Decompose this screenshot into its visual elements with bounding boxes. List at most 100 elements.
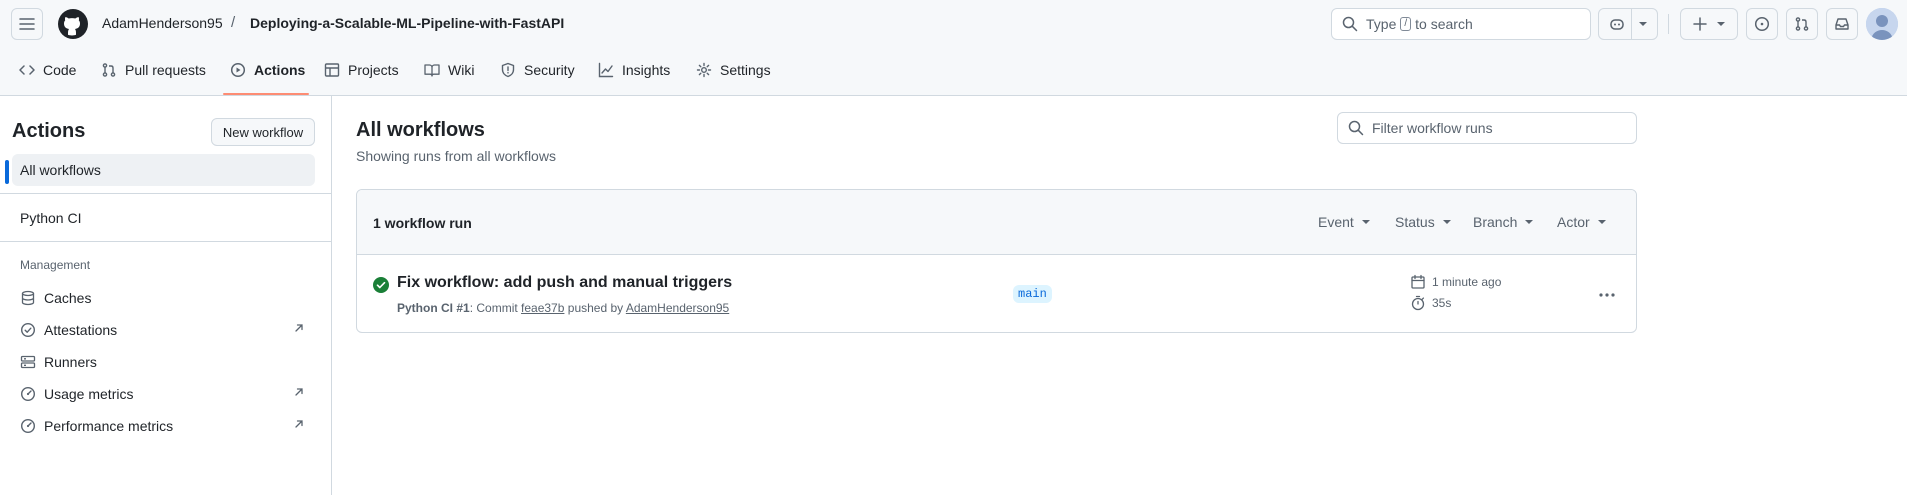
- meter-icon: [20, 386, 36, 402]
- github-logo-icon[interactable]: [57, 8, 89, 40]
- global-header: AdamHenderson95 / Deploying-a-Scalable-M…: [0, 0, 1907, 96]
- database-icon: [21, 290, 35, 306]
- branch-label[interactable]: main: [1013, 285, 1052, 303]
- link-external-icon: [295, 388, 303, 396]
- workflow-run-title[interactable]: Fix workflow: add push and manual trigge…: [397, 274, 732, 292]
- book-icon: [424, 64, 440, 77]
- verified-icon: [20, 322, 36, 338]
- status-filter-button[interactable]: Status: [1395, 214, 1451, 230]
- workflow-run-row[interactable]: Fix workflow: add push and manual trigge…: [357, 255, 1636, 332]
- run-duration-text: 35s: [1432, 296, 1452, 310]
- workflow-runs-header: 1 workflow run Event Status Branch Actor: [357, 190, 1636, 255]
- inbox-icon: [1835, 18, 1849, 30]
- sidebar-active-indicator: [5, 160, 9, 184]
- your-issues-button[interactable]: [1746, 8, 1778, 40]
- plus-icon: [1693, 17, 1707, 31]
- sidebar-item-usage-metrics[interactable]: Usage metrics: [20, 380, 315, 408]
- sidebar-item-attestations[interactable]: Attestations: [20, 316, 315, 344]
- triangle-down-icon: [1525, 220, 1534, 224]
- sidebar-item-label: Usage metrics: [44, 386, 134, 402]
- search-icon: [1348, 120, 1364, 136]
- actor-link[interactable]: AdamHenderson95: [626, 301, 729, 315]
- link-external-icon: [295, 324, 303, 332]
- branch-filter-button[interactable]: Branch: [1473, 214, 1534, 230]
- sidebar-item-label: All workflows: [20, 162, 101, 178]
- new-workflow-button[interactable]: New workflow: [211, 118, 315, 146]
- your-pull-requests-button[interactable]: [1786, 8, 1818, 40]
- workflow-run-count: 1 workflow run: [373, 215, 472, 231]
- tab-label: Projects: [348, 62, 399, 78]
- filter-label: Event: [1318, 214, 1354, 230]
- tab-actions[interactable]: Actions: [224, 56, 311, 84]
- filter-label: Branch: [1473, 214, 1518, 230]
- filter-label: Status: [1395, 214, 1435, 230]
- kebab-horizontal-icon: [1599, 293, 1615, 297]
- filter-label: Actor: [1557, 214, 1590, 230]
- user-avatar[interactable]: [1866, 8, 1898, 40]
- triangle-down-icon: [1361, 220, 1370, 224]
- actor-filter-button[interactable]: Actor: [1557, 214, 1606, 230]
- sidebar-item-label: Caches: [44, 290, 92, 306]
- run-duration: 35s: [1410, 295, 1451, 311]
- page-subtitle: Showing runs from all workflows: [356, 148, 556, 164]
- search-suffix: to search: [1415, 16, 1473, 32]
- notifications-button[interactable]: [1826, 8, 1858, 40]
- commit-link[interactable]: feae37b: [521, 301, 564, 315]
- tab-projects[interactable]: Projects: [318, 56, 405, 84]
- commit-prefix: : Commit: [469, 301, 518, 315]
- run-timestamp: 1 minute ago: [1410, 274, 1501, 290]
- sidebar-item-all-workflows[interactable]: All workflows: [12, 154, 315, 186]
- sidebar-item-label: Runners: [44, 354, 97, 370]
- filter-workflow-runs-input[interactable]: Filter workflow runs: [1337, 112, 1637, 144]
- event-filter-button[interactable]: Event: [1318, 214, 1370, 230]
- server-icon: [20, 355, 36, 369]
- hamburger-icon: [19, 18, 35, 30]
- tab-pull-requests[interactable]: Pull requests: [95, 56, 212, 84]
- workflow-run-meta: Python CI #1: Commit feae37b pushed by A…: [397, 301, 729, 315]
- tab-security[interactable]: Security: [494, 56, 581, 84]
- copilot-button[interactable]: [1598, 8, 1658, 40]
- sidebar-item-label: Performance metrics: [44, 418, 174, 434]
- graph-icon: [598, 62, 614, 78]
- breadcrumb-owner[interactable]: AdamHenderson95: [102, 15, 223, 31]
- gear-icon: [696, 62, 712, 78]
- tab-label: Security: [524, 62, 575, 78]
- issue-opened-icon: [1754, 16, 1770, 32]
- sidebar-item-runners[interactable]: Runners: [20, 348, 315, 376]
- tab-label: Settings: [720, 62, 771, 78]
- play-icon: [230, 62, 246, 78]
- tab-code[interactable]: Code: [13, 56, 82, 84]
- sidebar-item-performance-metrics[interactable]: Performance metrics: [20, 412, 315, 440]
- tab-label: Actions: [254, 62, 306, 78]
- tab-insights[interactable]: Insights: [592, 56, 676, 84]
- tab-settings[interactable]: Settings: [690, 56, 777, 84]
- sidebar-divider: [0, 241, 331, 242]
- sidebar-item-python-ci[interactable]: Python CI: [12, 202, 315, 234]
- triangle-down-icon: [1597, 220, 1606, 224]
- sidebar-item-caches[interactable]: Caches: [20, 284, 315, 312]
- filter-placeholder: Filter workflow runs: [1372, 120, 1493, 136]
- run-time-text: 1 minute ago: [1432, 275, 1502, 289]
- link-external-icon: [295, 420, 303, 428]
- calendar-icon: [1411, 274, 1425, 289]
- breadcrumb-separator: /: [231, 14, 236, 31]
- tab-label: Wiki: [448, 62, 475, 78]
- tab-label: Code: [43, 62, 77, 78]
- actions-sidebar: Actions New workflow All workflows Pytho…: [0, 96, 332, 495]
- sidebar-item-label: Python CI: [20, 210, 82, 226]
- create-new-button[interactable]: [1680, 8, 1738, 40]
- table-icon: [324, 63, 340, 77]
- pushed-by-text: pushed by: [567, 301, 624, 315]
- sidebar-group-heading: Management: [20, 258, 91, 272]
- search-prefix: Type: [1366, 16, 1397, 32]
- run-options-button[interactable]: [1593, 281, 1621, 309]
- sidebar-title: Actions: [12, 120, 86, 142]
- stopwatch-icon: [1411, 295, 1425, 311]
- breadcrumb-repo[interactable]: Deploying-a-Scalable-ML-Pipeline-with-Fa…: [250, 15, 564, 31]
- tab-wiki[interactable]: Wiki: [418, 56, 480, 84]
- search-icon: [1342, 16, 1358, 32]
- sidebar-item-label: Attestations: [44, 322, 118, 338]
- open-menu-button[interactable]: [11, 8, 43, 40]
- chevron-down-icon: [1638, 22, 1647, 26]
- global-search-input[interactable]: Type / to search: [1331, 8, 1591, 40]
